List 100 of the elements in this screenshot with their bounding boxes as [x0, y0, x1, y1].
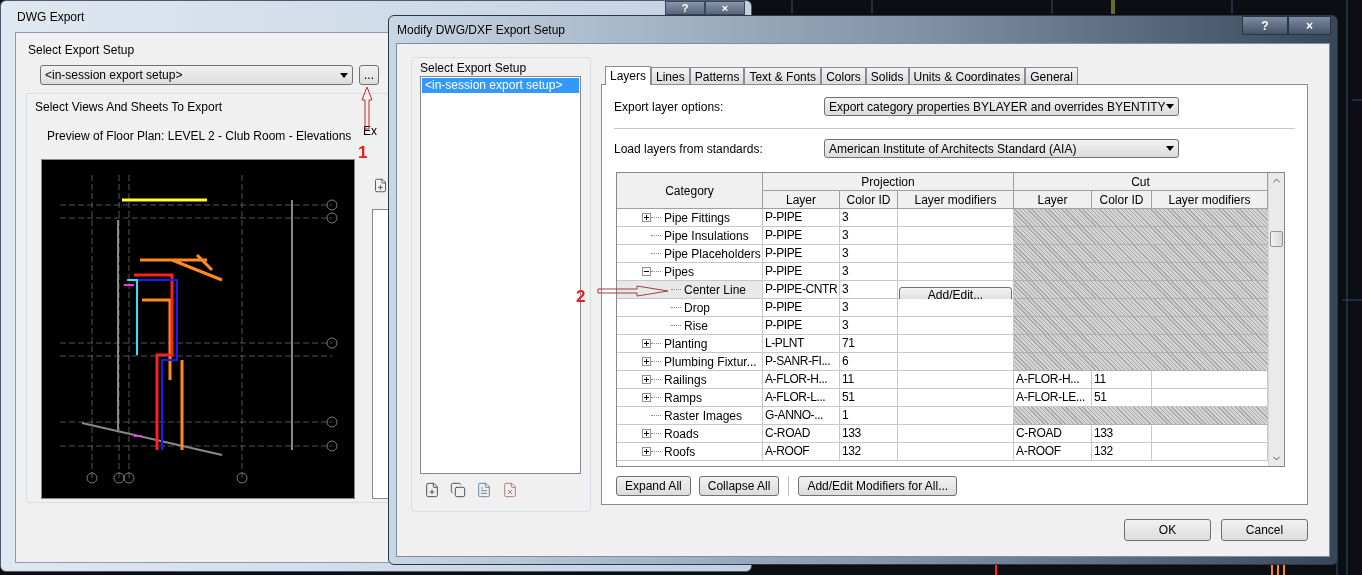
category-cell[interactable]: Pipes: [663, 262, 696, 281]
category-cell[interactable]: Pipe Fittings: [663, 208, 732, 227]
table-cell: C-ROAD: [763, 425, 840, 443]
dropdown-arrow-icon: [1166, 146, 1174, 151]
close-button[interactable]: ×: [705, 1, 745, 15]
category-cell[interactable]: Drop: [683, 298, 711, 317]
table-cell: 3: [840, 263, 898, 281]
column-header[interactable]: Category: [617, 173, 763, 209]
category-cell[interactable]: Plumbing Fixtur...: [663, 352, 758, 371]
table-cell: P-PIPE: [763, 245, 840, 263]
field-label: Export layer options:: [614, 98, 725, 116]
category-cell[interactable]: Roofs: [663, 442, 697, 461]
table-cell: 11: [1092, 371, 1152, 389]
tab[interactable]: Units & Coordinates: [908, 67, 1026, 84]
scroll-thumb[interactable]: [1270, 231, 1283, 247]
table-cell: P-PIPE: [763, 209, 840, 227]
tab[interactable]: Layers: [605, 66, 652, 85]
cancel-button[interactable]: Cancel: [1221, 519, 1308, 541]
field-label: Load layers from standards:: [614, 140, 764, 158]
category-cell[interactable]: Raster Images: [663, 406, 744, 425]
column-header[interactable]: Layer: [763, 191, 840, 209]
tab[interactable]: Solids: [865, 67, 909, 84]
table-cell: 132: [840, 443, 898, 461]
table-cell: 132: [1092, 443, 1152, 461]
tab[interactable]: Patterns: [689, 67, 745, 84]
table-cell: 3: [840, 317, 898, 335]
table-cell: 3: [840, 299, 898, 317]
help-button[interactable]: ?: [665, 1, 705, 15]
category-cell[interactable]: Pipe Insulations: [663, 226, 750, 245]
table-cell: 3: [840, 209, 898, 227]
tab[interactable]: General: [1025, 67, 1078, 84]
column-header[interactable]: Layer modifiers: [898, 191, 1014, 209]
window-title: DWG Export: [17, 8, 85, 26]
export-layer-options-dropdown[interactable]: Export category properties BYLAYER and overrides BYENTITY: [824, 97, 1179, 116]
table-cell: C-ROAD: [1014, 425, 1092, 443]
table-cell: 133: [1092, 425, 1152, 443]
table-cell: A-ROOF: [763, 443, 840, 461]
column-header[interactable]: Color ID: [840, 191, 898, 209]
table-cell: L-PLNT: [763, 335, 840, 353]
load-layers-dropdown[interactable]: American Institute of Architects Standard (AIA): [824, 139, 1179, 158]
expand-icon[interactable]: [642, 429, 651, 438]
copy-icon[interactable]: [450, 482, 466, 498]
expand-all-button[interactable]: Expand All: [616, 476, 691, 496]
table-cell: 3: [840, 227, 898, 245]
table-cell: A-FLOR-H...: [1014, 371, 1092, 389]
table-cell: 1: [840, 407, 898, 425]
export-label: Ex: [363, 123, 377, 140]
column-header[interactable]: Layer: [1014, 191, 1092, 209]
window-title: Modify DWG/DXF Export Setup: [397, 21, 566, 39]
category-cell[interactable]: Railings: [663, 370, 708, 389]
category-cell[interactable]: Planting: [663, 334, 709, 353]
expand-icon[interactable]: [642, 213, 651, 222]
table-cell: A-ROOF: [1014, 443, 1092, 461]
expand-icon[interactable]: [642, 339, 651, 348]
table-cell: 6: [840, 353, 898, 371]
column-header[interactable]: Layer modifiers: [1152, 191, 1268, 209]
tab[interactable]: Colors: [821, 67, 866, 84]
tab[interactable]: Text & Fonts: [744, 67, 822, 84]
annotation-label: 2: [576, 286, 586, 308]
dropdown-arrow-icon: [1166, 104, 1174, 109]
annotation-arrow: [597, 285, 669, 297]
table-cell: A-FLOR-L...: [763, 389, 840, 407]
add-edit-modifiers-button[interactable]: Add/Edit Modifiers for All...: [798, 476, 958, 496]
column-group-header: Cut: [1014, 173, 1268, 191]
category-cell[interactable]: Roads: [663, 424, 700, 443]
close-button[interactable]: ×: [1288, 16, 1331, 35]
export-setup-dropdown[interactable]: <in-session export setup>: [40, 65, 353, 85]
column-header[interactable]: Color ID: [1092, 191, 1152, 209]
dropdown-arrow-icon: [340, 72, 348, 78]
table-cell: 71: [840, 335, 898, 353]
group-label: Select Views And Sheets To Export: [35, 99, 222, 116]
expand-icon[interactable]: [642, 447, 651, 456]
help-button[interactable]: ?: [1242, 16, 1288, 35]
new-file-icon[interactable]: [373, 178, 388, 193]
table-cell: 133: [840, 425, 898, 443]
scrollbar[interactable]: [1268, 173, 1284, 466]
table-cell: P-PIPE: [763, 299, 840, 317]
table-cell: 3: [840, 281, 898, 299]
table-cell: P-PIPE-CNTR: [763, 281, 840, 299]
preview-caption: Preview of Floor Plan: LEVEL 2 - Club Room - Elevations: [47, 128, 352, 145]
table-cell: P-PIPE: [763, 263, 840, 281]
tab[interactable]: Lines: [651, 67, 690, 84]
collapse-all-button[interactable]: Collapse All: [698, 476, 780, 496]
delete-file-icon[interactable]: [502, 482, 518, 498]
ok-button[interactable]: OK: [1124, 519, 1211, 541]
rename-icon[interactable]: [476, 482, 492, 498]
annotation-label: 1: [358, 142, 368, 164]
table-cell: A-FLOR-H...: [763, 371, 840, 389]
table-cell: 51: [1092, 389, 1152, 407]
category-cell[interactable]: Ramps: [663, 388, 703, 407]
browse-button[interactable]: ...: [359, 65, 379, 85]
expand-icon[interactable]: [642, 393, 651, 402]
table-cell: P-PIPE: [763, 227, 840, 245]
new-file-icon[interactable]: [424, 482, 440, 498]
category-cell[interactable]: Rise: [683, 316, 709, 335]
expand-icon[interactable]: [642, 357, 651, 366]
category-cell[interactable]: Pipe Placeholders: [663, 244, 762, 263]
group-label: Select Export Setup: [420, 60, 527, 77]
expand-icon[interactable]: [642, 375, 651, 384]
collapse-icon[interactable]: [642, 267, 651, 276]
